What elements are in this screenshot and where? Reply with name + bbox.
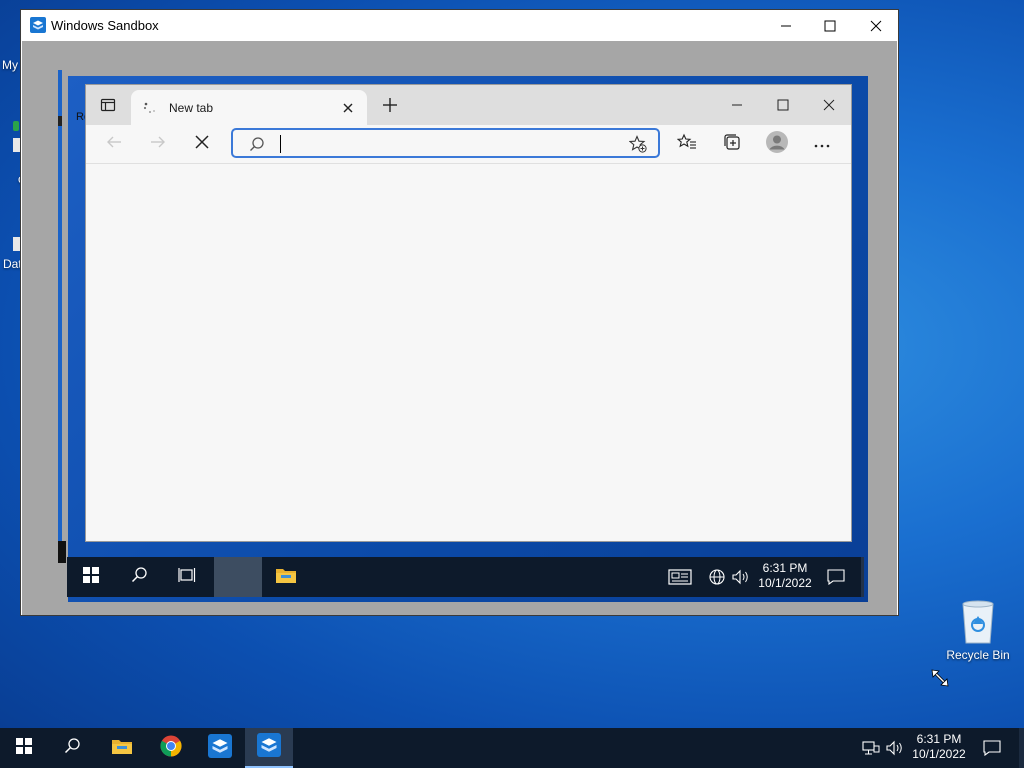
- edge-toolbar: [86, 125, 851, 164]
- guest-clock[interactable]: 6:31 PM 10/1/2022: [757, 561, 813, 591]
- address-bar[interactable]: [231, 128, 660, 158]
- search-icon: [131, 566, 147, 588]
- desktop-icon-peek[interactable]: [13, 121, 19, 131]
- forward-button[interactable]: [143, 129, 173, 159]
- guest-search-button[interactable]: [115, 557, 163, 597]
- network-globe-icon[interactable]: [709, 569, 725, 590]
- edge-browser-window: New tab: [85, 84, 852, 542]
- file-explorer-icon: [111, 737, 133, 760]
- stop-icon: [195, 134, 209, 154]
- windows-logo-icon: [16, 737, 32, 759]
- guest-start-button[interactable]: [67, 557, 115, 597]
- sandbox-close-button[interactable]: [853, 10, 899, 41]
- sandbox-window-title: Windows Sandbox: [51, 18, 159, 33]
- recycle-bin-icon: [960, 600, 996, 644]
- recycle-bin-desktop-icon[interactable]: Recycle Bin: [940, 600, 1016, 662]
- guest-clock-date: 10/1/2022: [758, 576, 812, 590]
- windows-sandbox-taskbar-button[interactable]: [196, 728, 244, 768]
- windows-sandbox-icon: [30, 17, 46, 38]
- edge-maximize-button[interactable]: [760, 85, 806, 125]
- desktop-icon-label-my[interactable]: My: [2, 58, 18, 72]
- edge-minimize-button[interactable]: [714, 85, 760, 125]
- windows-sandbox-icon: [257, 732, 281, 762]
- search-icon: [249, 136, 265, 157]
- volume-icon[interactable]: [886, 740, 904, 761]
- windows-sandbox-icon: [208, 733, 232, 763]
- resize-cursor-icon: [930, 668, 950, 693]
- host-clock[interactable]: 6:31 PM 10/1/2022: [908, 732, 970, 762]
- back-icon: [106, 134, 122, 155]
- guest-clock-time: 6:31 PM: [762, 561, 808, 575]
- add-favorite-icon[interactable]: [628, 135, 647, 158]
- host-clock-date: 10/1/2022: [912, 747, 966, 761]
- news-and-interests-icon[interactable]: [668, 568, 692, 591]
- settings-and-more-button[interactable]: [807, 129, 837, 159]
- profile-button[interactable]: [762, 129, 792, 159]
- forward-icon: [150, 134, 166, 155]
- windows-sandbox-window: Windows Sandbox Re New tab 6:31 PM 10/1/…: [20, 9, 899, 616]
- edge-page-content[interactable]: [86, 164, 851, 541]
- sandbox-minimize-button[interactable]: [763, 10, 809, 41]
- guest-taskbar: 6:31 PM 10/1/2022: [67, 557, 864, 597]
- favorites-icon: [676, 133, 697, 156]
- windows-logo-icon: [83, 566, 99, 588]
- host-taskbar: 6:31 PM 10/1/2022: [0, 728, 1024, 768]
- guest-desktop-icon-peek: [58, 116, 62, 126]
- search-icon: [64, 737, 80, 759]
- profile-icon: [766, 130, 788, 158]
- guest-desktop-edge: [58, 70, 62, 550]
- chrome-taskbar-button[interactable]: [147, 728, 195, 768]
- guest-taskbar-active-app[interactable]: [214, 557, 262, 597]
- desktop-icon-label-dat[interactable]: Dat: [3, 257, 22, 271]
- start-button[interactable]: [0, 728, 48, 768]
- show-desktop-button[interactable]: [861, 557, 864, 597]
- guest-task-view-button[interactable]: [163, 557, 211, 597]
- sandbox-maximize-button[interactable]: [807, 10, 853, 41]
- network-icon[interactable]: [862, 740, 880, 761]
- task-view-icon: [178, 567, 196, 588]
- recycle-bin-label: Recycle Bin: [946, 648, 1010, 662]
- sandbox-title-bar[interactable]: Windows Sandbox: [21, 10, 898, 41]
- show-desktop-button[interactable]: [1019, 728, 1024, 768]
- more-icon: [814, 135, 830, 153]
- guest-file-explorer-button[interactable]: [262, 557, 310, 597]
- tab-actions-icon[interactable]: [100, 97, 116, 118]
- address-input[interactable]: [277, 133, 611, 155]
- search-button[interactable]: [48, 728, 96, 768]
- edge-close-button[interactable]: [806, 85, 852, 125]
- collections-button[interactable]: [717, 129, 747, 159]
- file-explorer-taskbar-button[interactable]: [98, 728, 146, 768]
- action-center-icon[interactable]: [827, 569, 845, 590]
- chrome-icon: [160, 735, 182, 762]
- edge-tab-strip[interactable]: New tab: [86, 85, 851, 125]
- collections-icon: [723, 133, 741, 156]
- tab-label: New tab: [169, 101, 214, 115]
- new-tab-plus-icon[interactable]: [382, 97, 398, 118]
- volume-icon[interactable]: [732, 569, 750, 590]
- tab-new-tab[interactable]: New tab: [131, 90, 367, 125]
- host-clock-time: 6:31 PM: [916, 732, 962, 746]
- sandbox-client-area: Re New tab 6:31 PM 10/1/2022: [22, 41, 897, 615]
- action-center-icon[interactable]: [983, 740, 1001, 761]
- windows-sandbox-active-taskbar-button[interactable]: [245, 728, 293, 768]
- close-tab-icon[interactable]: [342, 101, 354, 119]
- guest-desktop-icon-peek: [58, 541, 66, 563]
- stop-loading-button[interactable]: [187, 129, 217, 159]
- back-button[interactable]: [99, 129, 129, 159]
- loading-spinner-icon: [142, 100, 158, 121]
- favorites-button[interactable]: [672, 129, 702, 159]
- file-explorer-icon: [275, 566, 297, 589]
